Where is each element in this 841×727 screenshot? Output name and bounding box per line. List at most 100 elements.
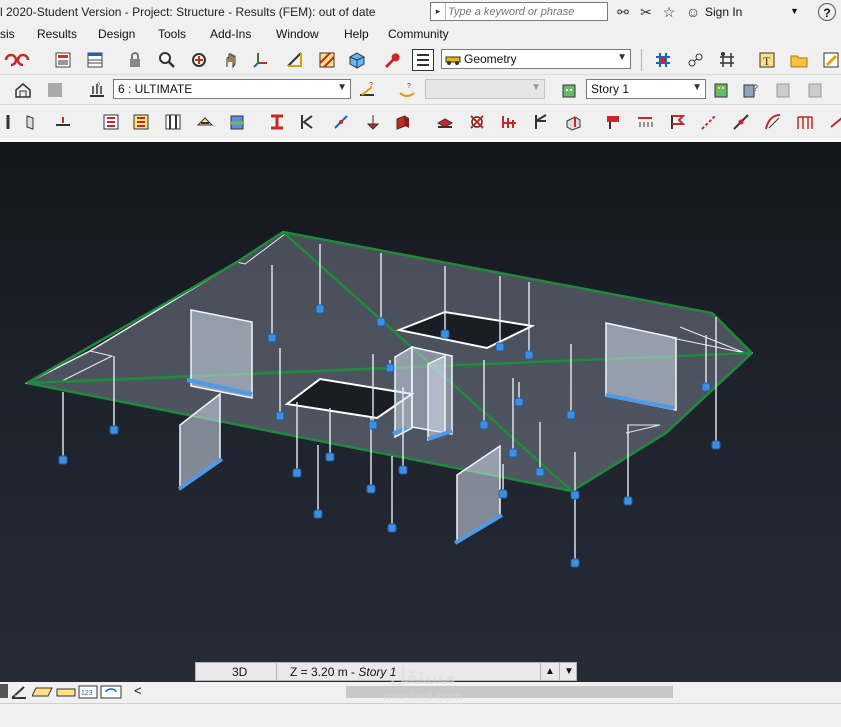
draw-beam-button[interactable] <box>52 111 74 133</box>
link-draw-icon <box>535 114 547 129</box>
lock-button[interactable] <box>124 49 146 71</box>
draw-slab-button[interactable] <box>434 111 456 133</box>
link-forces-button[interactable] <box>194 111 216 133</box>
load-case-button[interactable]: ? <box>86 79 108 101</box>
menu-results[interactable]: Results <box>37 27 77 41</box>
beam-load-icon: ? <box>360 82 374 96</box>
result-type-combo[interactable]: ▼ <box>425 79 545 99</box>
svg-text:123: 123 <box>81 690 93 697</box>
snap-toggle-icon[interactable] <box>0 684 8 698</box>
design-overview-button[interactable] <box>226 111 248 133</box>
menu-window[interactable]: Window <box>276 27 319 41</box>
angle-icon[interactable] <box>10 684 28 700</box>
draw-line-load-button[interactable] <box>730 111 752 133</box>
zoom-button[interactable] <box>156 49 178 71</box>
pan-button[interactable] <box>220 49 242 71</box>
grid-snap-icon <box>656 53 670 67</box>
structure-model[interactable] <box>0 142 841 682</box>
help-button[interactable]: ? <box>818 3 836 21</box>
refresh-icon[interactable] <box>100 684 122 700</box>
text-tool-button[interactable]: T <box>756 49 778 71</box>
geometry-combo[interactable]: Geometry ▼ <box>441 49 631 69</box>
list-view-button[interactable] <box>412 49 434 71</box>
view-type-label[interactable]: 3D <box>232 665 247 679</box>
draw-link-button[interactable] <box>530 111 552 133</box>
search-dropdown-icon[interactable]: ▸ <box>431 3 446 20</box>
menu-tools[interactable]: Tools <box>158 27 186 41</box>
draw-spring-button[interactable] <box>634 111 656 133</box>
chevron-down-icon[interactable]: ▼ <box>790 6 799 16</box>
story-down-arrow[interactable]: ▼ <box>559 663 578 680</box>
draw-wall-button[interactable] <box>392 111 414 133</box>
binoculars-icon[interactable]: ⚯ <box>614 3 632 21</box>
draw-tendon-button[interactable] <box>698 111 720 133</box>
story-select-button[interactable] <box>558 79 580 101</box>
draw-line-button[interactable] <box>284 49 306 71</box>
draw-support-button[interactable] <box>362 111 384 133</box>
model-3d-view[interactable] <box>0 142 841 682</box>
menu-analysis[interactable]: sis <box>0 27 15 41</box>
star-icon[interactable]: ☆ <box>660 3 678 21</box>
display-table-button[interactable] <box>84 49 106 71</box>
load-combination-combo[interactable]: 6 : ULTIMATE ▼ <box>113 79 351 99</box>
menu-add-ins[interactable]: Add-Ins <box>210 27 251 41</box>
draw-diagonal-button[interactable] <box>330 111 352 133</box>
column-3d-icon <box>26 115 34 130</box>
calculator-button[interactable] <box>52 49 74 71</box>
subscription-icon[interactable]: ✂ <box>637 3 655 21</box>
scroll-left-arrow[interactable]: < <box>134 683 142 698</box>
menu-help[interactable]: Help <box>344 27 369 41</box>
shell-forces-button[interactable] <box>130 111 152 133</box>
deform-button[interactable]: ? <box>396 79 418 101</box>
sign-in-link[interactable]: Sign In <box>705 5 742 19</box>
joint-button[interactable] <box>684 49 706 71</box>
plane-icon[interactable] <box>32 684 54 700</box>
story-disabled-2-button[interactable] <box>804 79 826 101</box>
hatch-button[interactable] <box>316 49 338 71</box>
home-button[interactable] <box>12 79 34 101</box>
open-folder-button[interactable] <box>788 49 810 71</box>
edit-button[interactable] <box>820 49 841 71</box>
disabled-button[interactable] <box>44 79 66 101</box>
search-box[interactable]: ▸ <box>430 2 608 21</box>
settings-tool-button[interactable] <box>380 49 402 71</box>
rectangle-icon[interactable] <box>56 684 76 700</box>
draw-curve-button[interactable] <box>762 111 784 133</box>
brace-button[interactable] <box>296 111 318 133</box>
show-loads-button[interactable]: ? <box>356 79 378 101</box>
menu-design[interactable]: Design <box>98 27 135 41</box>
draw-ramp-button[interactable] <box>498 111 520 133</box>
diagonal-icon <box>334 115 348 129</box>
story-combo[interactable]: Story 1 ▼ <box>586 79 706 99</box>
user-icon[interactable]: ☺ <box>684 3 702 21</box>
snap-button[interactable] <box>652 49 674 71</box>
zoom-all-button[interactable] <box>188 49 210 71</box>
search-input[interactable] <box>448 4 606 19</box>
design-icon <box>230 115 244 130</box>
core-wall[interactable] <box>427 354 446 442</box>
story-up-button[interactable] <box>710 79 732 101</box>
slab-icon <box>436 118 454 128</box>
object-3d-button[interactable] <box>346 49 368 71</box>
draw-opening-button[interactable] <box>466 111 488 133</box>
watermark-logo: مستقل mostaql.com <box>368 663 478 711</box>
story-disabled-1-button[interactable] <box>772 79 794 101</box>
redo-button[interactable] <box>12 49 34 71</box>
draw-dimension-button[interactable] <box>826 111 841 133</box>
draw-point-button[interactable] <box>602 111 624 133</box>
draw-flag-button[interactable] <box>666 111 688 133</box>
story-up-arrow[interactable]: ▲ <box>540 663 559 680</box>
wall-forces-button[interactable] <box>162 111 184 133</box>
label-123-icon[interactable]: 123 <box>78 684 98 700</box>
frame-forces-button[interactable] <box>100 111 122 133</box>
menu-community[interactable]: Community <box>388 27 449 41</box>
story-info-button[interactable]: ? <box>740 79 762 101</box>
grid-lines-button[interactable] <box>716 49 738 71</box>
rotate-3d-button[interactable] <box>250 49 272 71</box>
draw-wall-stack-button[interactable] <box>794 111 816 133</box>
pointer-button[interactable] <box>0 111 22 133</box>
draw-area-button[interactable] <box>562 111 584 133</box>
redo-icon <box>16 53 30 67</box>
draw-column-button[interactable] <box>20 111 42 133</box>
i-section-button[interactable] <box>266 111 288 133</box>
